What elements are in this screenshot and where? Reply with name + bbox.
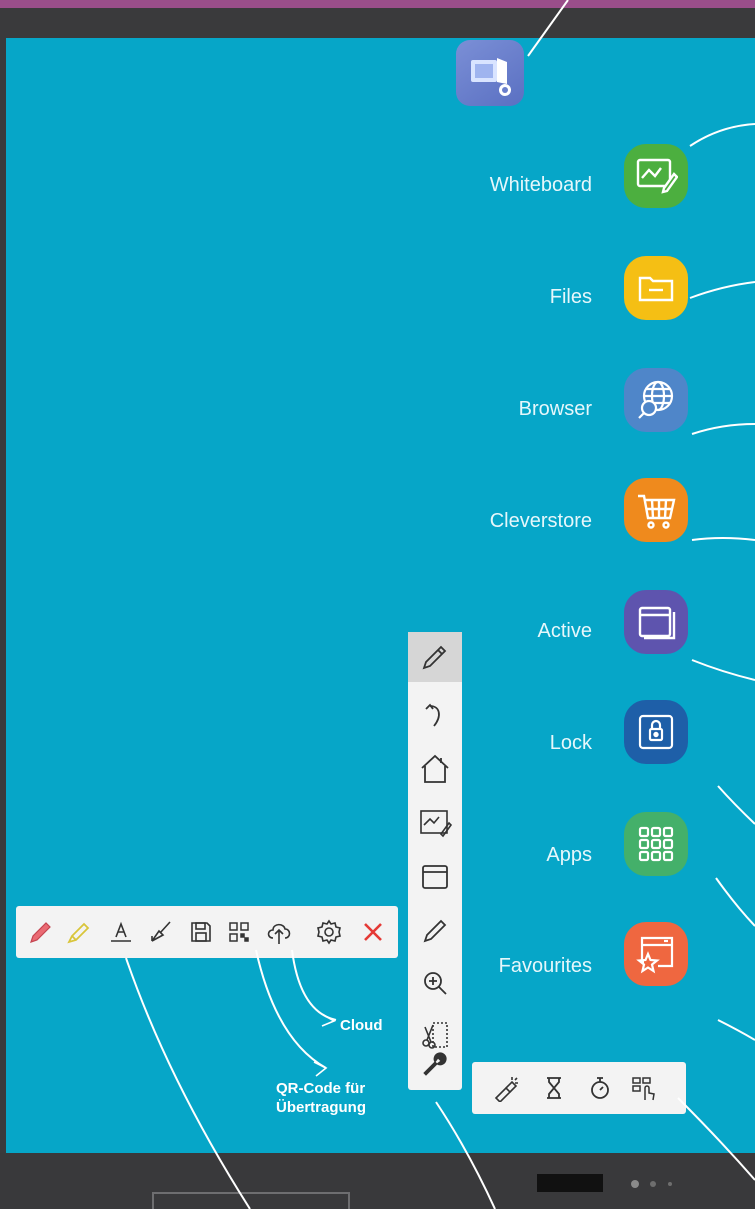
text-tool-button[interactable]	[104, 906, 138, 958]
qr-button[interactable]	[222, 906, 256, 958]
whiteboard-tool-button[interactable]	[408, 798, 462, 848]
vote-icon	[632, 1077, 655, 1101]
lock-icon	[638, 714, 674, 750]
stopwatch-button[interactable]	[580, 1062, 620, 1114]
sensor-window	[537, 1174, 603, 1192]
qr-icon	[229, 922, 249, 942]
cart-icon	[638, 494, 676, 529]
settings-wrench-button[interactable]	[408, 1038, 462, 1090]
home-button[interactable]	[408, 744, 462, 794]
spotlight-button[interactable]	[486, 1062, 526, 1114]
red-pen-button[interactable]	[24, 906, 58, 958]
apps-button[interactable]	[624, 812, 688, 876]
active-button[interactable]	[624, 590, 688, 654]
lock-button[interactable]	[624, 700, 688, 764]
callout-cloud: Cloud	[340, 1017, 383, 1034]
gear-icon	[317, 919, 341, 945]
grid-icon	[638, 826, 674, 862]
horizontal-toolbar	[16, 906, 398, 958]
launcher-label-cleverstore: Cleverstore	[489, 510, 592, 532]
pen-button[interactable]	[408, 906, 462, 956]
status-led	[650, 1181, 656, 1187]
star-window-icon	[636, 936, 674, 974]
window-icon	[422, 865, 448, 889]
home-icon	[421, 754, 449, 783]
callout-qr-line1: QR-Code für	[276, 1080, 366, 1097]
brush-icon	[151, 921, 171, 942]
undo-icon	[425, 703, 440, 727]
brush-button[interactable]	[144, 906, 178, 958]
stopwatch-icon	[591, 1077, 609, 1099]
whiteboard-icon	[636, 158, 678, 194]
screen-share-icon	[471, 58, 511, 96]
pencil-icon	[422, 645, 447, 670]
top-strip	[0, 0, 755, 8]
favourites-button[interactable]	[624, 922, 688, 986]
callout-qr-line2: Übertragung	[276, 1099, 366, 1116]
pen-icon	[423, 919, 447, 943]
highlighter-icon	[67, 922, 90, 944]
status-led	[631, 1180, 639, 1188]
windows-icon	[638, 606, 676, 640]
wrench-icon	[423, 1052, 447, 1076]
launcher-label-browser: Browser	[518, 398, 592, 420]
status-led	[668, 1182, 672, 1186]
globe-search-icon	[638, 380, 674, 419]
screen-share-button[interactable]	[456, 40, 524, 106]
cleverstore-button[interactable]	[624, 478, 688, 542]
hourglass-icon	[547, 1077, 561, 1099]
launcher-label-files: Files	[549, 286, 592, 308]
whiteboard-button[interactable]	[624, 144, 688, 208]
save-button[interactable]	[184, 906, 218, 958]
files-button[interactable]	[624, 256, 688, 320]
zoom-icon	[424, 972, 447, 995]
settings-button[interactable]	[312, 906, 346, 958]
vote-button[interactable]	[624, 1062, 664, 1114]
pencil-tool-button[interactable]	[408, 632, 462, 682]
small-toolbar	[472, 1062, 686, 1114]
vertical-toolbar	[408, 632, 462, 1090]
pen-tray	[152, 1192, 350, 1209]
undo-button[interactable]	[408, 690, 462, 740]
spotlight-icon	[494, 1077, 518, 1102]
cloud-upload-button[interactable]	[262, 906, 296, 958]
folder-icon	[638, 276, 674, 302]
save-icon	[191, 922, 211, 942]
browser-button[interactable]	[624, 368, 688, 432]
bottom-bezel	[0, 1153, 755, 1209]
red-pen-icon	[30, 922, 51, 943]
text-icon	[111, 921, 131, 942]
hourglass-button[interactable]	[534, 1062, 574, 1114]
launcher-label-whiteboard: Whiteboard	[489, 174, 592, 196]
zoom-button[interactable]	[408, 958, 462, 1008]
highlighter-button[interactable]	[62, 906, 96, 958]
close-toolbar-button[interactable]	[356, 906, 390, 958]
close-icon	[364, 923, 382, 941]
whiteboard-icon	[420, 810, 452, 838]
window-button[interactable]	[408, 852, 462, 902]
cloud-upload-icon	[267, 923, 291, 944]
